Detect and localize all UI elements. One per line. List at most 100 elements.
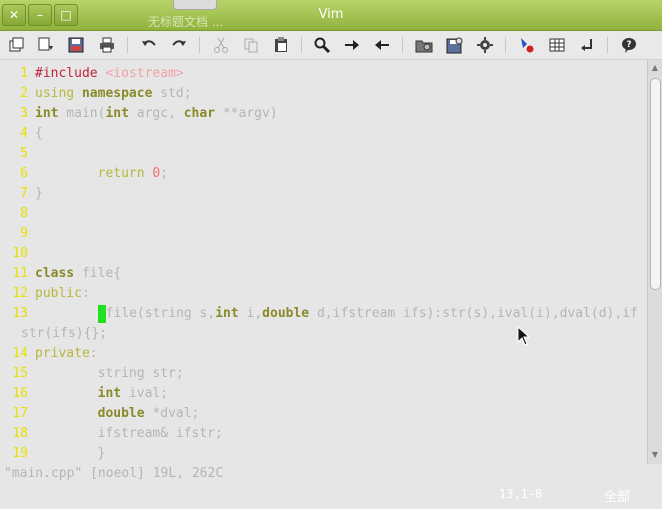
code-token: double (97, 406, 145, 421)
line-number: 3 (20, 106, 28, 121)
line-number: 17 (12, 406, 28, 421)
copy-icon[interactable] (242, 36, 260, 54)
find-next-icon[interactable] (343, 36, 361, 54)
line-number: 2 (20, 86, 28, 101)
code-token: int (35, 106, 59, 121)
save-icon[interactable] (67, 36, 85, 54)
toolbar-separator (607, 37, 608, 53)
line-number: 1 (20, 66, 28, 81)
code-line: 16 int ival; (0, 384, 646, 404)
toolbar-separator (127, 37, 128, 53)
code-token: std; (152, 86, 192, 101)
line-number: 9 (20, 226, 28, 241)
code-token: file{ (74, 266, 122, 281)
command-line-message: "main.cpp" [noeol] 19L, 262C (4, 466, 224, 481)
scrollbar-thumb[interactable] (650, 78, 661, 290)
toolbar-separator (505, 37, 506, 53)
code-line: 19 } (0, 444, 646, 464)
line-number: 10 (12, 246, 28, 261)
code-token: argc, (128, 106, 184, 121)
run-script-icon[interactable] (476, 36, 494, 54)
scroll-up-arrow-icon[interactable]: ▲ (650, 63, 660, 73)
code-token: ifstream& ifstr; (35, 426, 223, 441)
code-line: 10 (0, 244, 646, 264)
code-token: char (183, 106, 216, 121)
scroll-down-arrow-icon[interactable]: ▼ (650, 450, 660, 460)
code-line: 11 class file{ (0, 264, 646, 284)
help-icon[interactable]: ? (620, 36, 638, 54)
find-prev-icon[interactable] (373, 36, 391, 54)
line-number: 11 (12, 266, 28, 281)
code-line: 18 ifstream& ifstr; (0, 424, 646, 444)
code-line: 8 (0, 204, 646, 224)
make-icon[interactable] (518, 36, 536, 54)
undo-icon[interactable] (140, 36, 158, 54)
table-icon[interactable] (548, 36, 566, 54)
code-line: 4{ (0, 124, 646, 144)
code-line: 13 file(string s,int i,double d,ifstream… (0, 304, 646, 324)
code-token: : (89, 346, 98, 361)
cut-icon[interactable] (212, 36, 230, 54)
svg-text:?: ? (626, 40, 631, 50)
code-token: } (35, 186, 43, 201)
print-icon[interactable] (98, 36, 116, 54)
toolbar-separator (301, 37, 302, 53)
code-token: **argv) (215, 106, 278, 121)
code-token: d,ifstream ifs):str(s),ival(i),dval(d),i… (309, 306, 638, 321)
code-token: <iostream> (105, 66, 184, 81)
find-icon[interactable] (313, 36, 331, 54)
code-line: 14 private: (0, 344, 646, 364)
code-line: 17 double *dval; (0, 404, 646, 424)
paste-icon[interactable] (272, 36, 290, 54)
line-number: 15 (12, 366, 28, 381)
load-session-icon[interactable] (415, 36, 433, 54)
code-token: main( (58, 106, 106, 121)
open-icon[interactable] (8, 36, 26, 54)
code-line: 15 string str; (0, 364, 646, 384)
line-number: 7 (20, 186, 28, 201)
tags-icon[interactable] (578, 36, 596, 54)
code-line: 12 public: (0, 284, 646, 304)
code-token: ; (160, 166, 169, 181)
code-line: 2 using namespace std; (0, 84, 646, 104)
line-number: 12 (12, 286, 28, 301)
code-token: return (97, 166, 153, 181)
line-number: 16 (12, 386, 28, 401)
code-token: { (35, 126, 43, 141)
code-token: } (35, 446, 106, 461)
toolbar: ? (0, 31, 662, 60)
code-text: str(ifs){}; (21, 326, 108, 341)
line-number: 18 (12, 426, 28, 441)
text-cursor (97, 305, 106, 323)
code-line: 6 return 0; (0, 164, 646, 184)
save-session-icon[interactable] (446, 36, 464, 54)
title-bar: ✕ – □ 无标题文档 ... Vim (0, 0, 662, 31)
window-title: Vim (318, 7, 344, 22)
code-token: #include (35, 66, 106, 81)
code-line: 3 int main(int argc, char **argv) (0, 104, 646, 124)
cursor-position: 13,1-8 (499, 487, 543, 501)
line-number: 8 (20, 206, 28, 221)
code-token: public (35, 286, 82, 301)
line-number: 13 (12, 306, 28, 321)
code-token: i, (238, 306, 263, 321)
save-as-icon[interactable] (37, 36, 55, 54)
code-line: 9 (0, 224, 646, 244)
line-number: 19 (12, 446, 28, 461)
code-line: 5 (0, 144, 646, 164)
code-line: 1 #include <iostream> (0, 64, 646, 84)
code-line: 7} (0, 184, 646, 204)
code-token: class (35, 266, 75, 281)
line-number: 6 (20, 166, 28, 181)
vertical-scrollbar[interactable]: ▲ ▼ (647, 60, 662, 464)
redo-icon[interactable] (170, 36, 188, 54)
line-number: 14 (12, 346, 28, 361)
code-token: int (105, 106, 129, 121)
code-token: namespace (81, 86, 153, 101)
code-token: file(string s, (105, 306, 216, 321)
scroll-percentage: 全部 (604, 490, 631, 505)
code-token: int (97, 386, 122, 401)
editor-text-area[interactable]: 1 #include <iostream> 2 using namespace std… (0, 60, 646, 464)
